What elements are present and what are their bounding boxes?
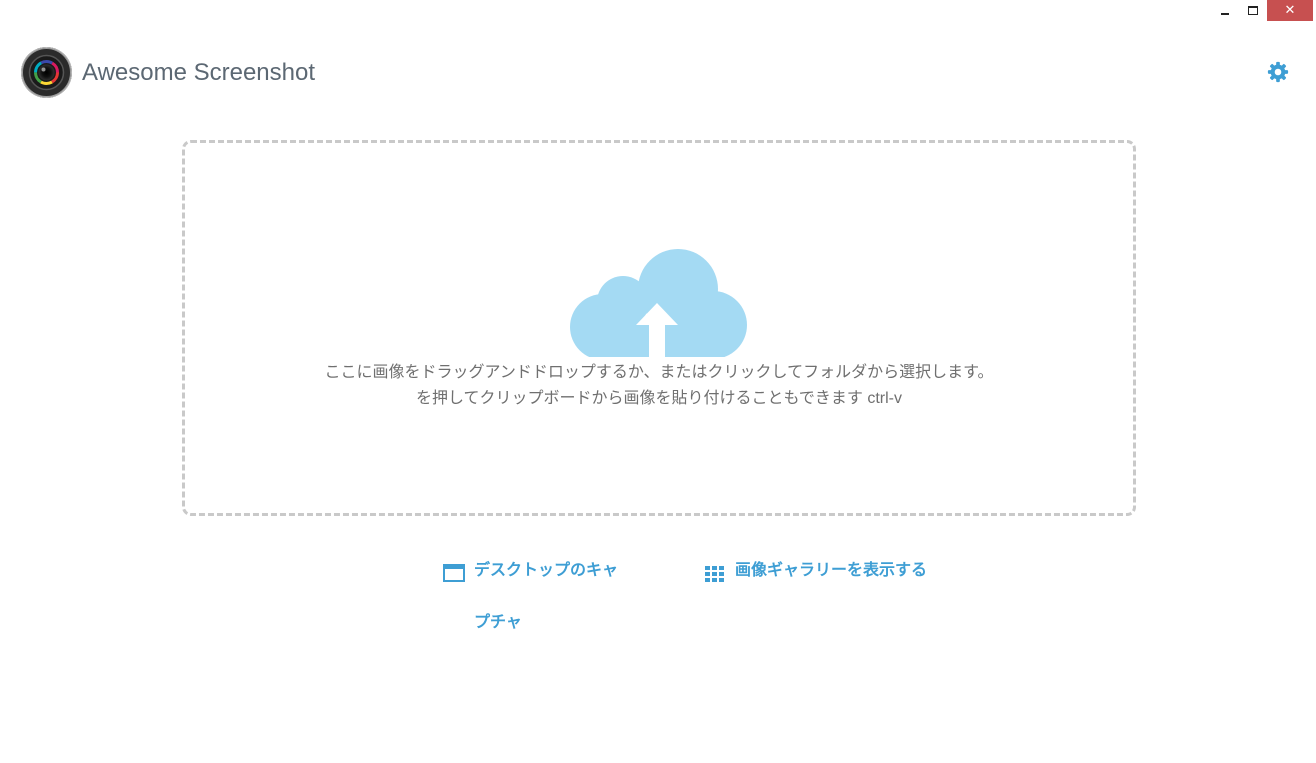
minimize-icon bbox=[1221, 12, 1229, 15]
close-icon: ✕ bbox=[1284, 3, 1296, 18]
window-controls: ✕ bbox=[1211, 0, 1313, 21]
camera-lens-icon bbox=[21, 47, 72, 98]
app-header: Awesome Screenshot bbox=[21, 47, 315, 98]
image-dropzone[interactable]: ここに画像をドラッグアンドドロップするか、またはクリックしてフォルダから選択しま… bbox=[182, 140, 1136, 516]
gear-icon bbox=[1267, 61, 1289, 83]
app-title: Awesome Screenshot bbox=[82, 58, 316, 86]
view-gallery-button[interactable]: 画像ギャラリーを表示する bbox=[704, 560, 934, 596]
minimize-button[interactable] bbox=[1211, 0, 1239, 21]
capture-desktop-label: デスクトップのキャプチャ bbox=[474, 560, 619, 631]
close-button[interactable]: ✕ bbox=[1267, 0, 1313, 21]
dropzone-instruction: ここに画像をドラッグアンドドロップするか、またはクリックしてフォルダから選択しま… bbox=[324, 364, 994, 381]
maximize-button[interactable] bbox=[1239, 0, 1267, 21]
dropzone-paste-hint: を押してクリップボードから画像を貼り付けることもできます ctrl-v bbox=[416, 390, 902, 407]
view-gallery-label: 画像ギャラリーを表示する bbox=[735, 560, 928, 579]
cloud-upload-icon bbox=[570, 249, 747, 357]
app-window: ✕ Awesome Screenshot ここに画像をドラッグアンドドロップする… bbox=[0, 0, 1316, 763]
capture-desktop-button[interactable]: デスクトップのキャプチャ bbox=[443, 560, 633, 648]
window-icon bbox=[443, 560, 465, 648]
maximize-icon bbox=[1248, 6, 1258, 15]
settings-button[interactable] bbox=[1266, 60, 1290, 84]
grid-icon bbox=[704, 560, 726, 596]
